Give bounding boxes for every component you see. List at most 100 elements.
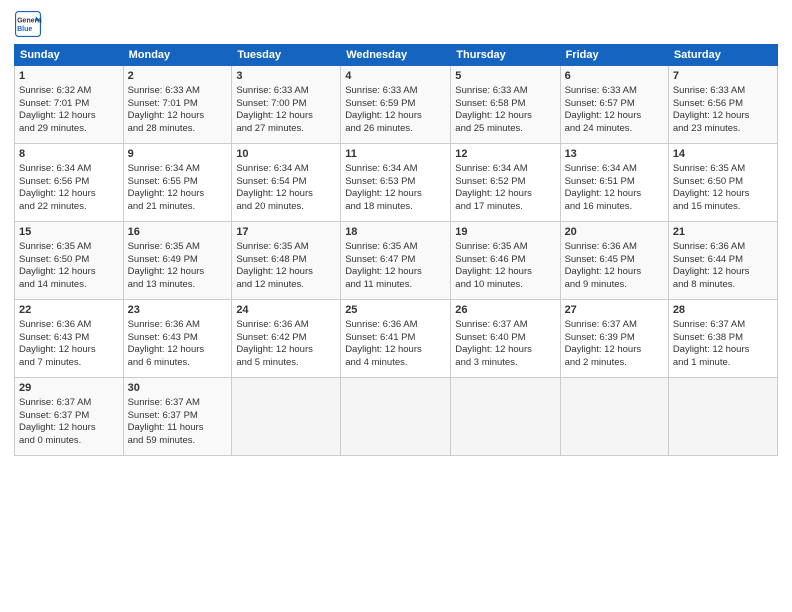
week-row-2: 8Sunrise: 6:34 AMSunset: 6:56 PMDaylight…: [15, 144, 778, 222]
day-detail: and 3 minutes.: [455, 357, 555, 370]
day-number: 29: [19, 381, 119, 396]
calendar-cell: 9Sunrise: 6:34 AMSunset: 6:55 PMDaylight…: [123, 144, 232, 222]
day-detail: and 29 minutes.: [19, 123, 119, 136]
day-detail: Daylight: 12 hours: [455, 188, 555, 201]
calendar-cell: 7Sunrise: 6:33 AMSunset: 6:56 PMDaylight…: [668, 66, 777, 144]
day-number: 8: [19, 147, 119, 162]
day-number: 3: [236, 69, 336, 84]
calendar-cell: 30Sunrise: 6:37 AMSunset: 6:37 PMDayligh…: [123, 378, 232, 456]
day-detail: Sunrise: 6:35 AM: [19, 241, 119, 254]
day-detail: Sunset: 6:37 PM: [19, 410, 119, 423]
day-detail: Sunset: 7:01 PM: [128, 98, 228, 111]
day-detail: Daylight: 12 hours: [128, 110, 228, 123]
week-row-4: 22Sunrise: 6:36 AMSunset: 6:43 PMDayligh…: [15, 300, 778, 378]
day-detail: Sunrise: 6:36 AM: [345, 319, 446, 332]
day-detail: Daylight: 12 hours: [19, 188, 119, 201]
day-detail: Sunset: 6:47 PM: [345, 254, 446, 267]
day-detail: Daylight: 11 hours: [128, 422, 228, 435]
day-detail: Sunrise: 6:37 AM: [19, 397, 119, 410]
day-detail: Daylight: 12 hours: [565, 110, 664, 123]
calendar-cell: 2Sunrise: 6:33 AMSunset: 7:01 PMDaylight…: [123, 66, 232, 144]
day-detail: and 17 minutes.: [455, 201, 555, 214]
day-number: 17: [236, 225, 336, 240]
day-number: 7: [673, 69, 773, 84]
day-detail: Sunrise: 6:34 AM: [345, 163, 446, 176]
day-detail: Daylight: 12 hours: [345, 188, 446, 201]
day-detail: Sunrise: 6:36 AM: [236, 319, 336, 332]
day-detail: Daylight: 12 hours: [236, 110, 336, 123]
day-number: 12: [455, 147, 555, 162]
calendar-cell: 22Sunrise: 6:36 AMSunset: 6:43 PMDayligh…: [15, 300, 124, 378]
day-detail: Sunset: 6:54 PM: [236, 176, 336, 189]
day-detail: and 7 minutes.: [19, 357, 119, 370]
day-number: 10: [236, 147, 336, 162]
week-row-1: 1Sunrise: 6:32 AMSunset: 7:01 PMDaylight…: [15, 66, 778, 144]
calendar-cell: 19Sunrise: 6:35 AMSunset: 6:46 PMDayligh…: [451, 222, 560, 300]
header-cell-wednesday: Wednesday: [341, 45, 451, 66]
day-detail: Daylight: 12 hours: [673, 110, 773, 123]
calendar-cell: 28Sunrise: 6:37 AMSunset: 6:38 PMDayligh…: [668, 300, 777, 378]
calendar-body: 1Sunrise: 6:32 AMSunset: 7:01 PMDaylight…: [15, 66, 778, 456]
day-detail: Sunrise: 6:33 AM: [236, 85, 336, 98]
calendar-cell: 12Sunrise: 6:34 AMSunset: 6:52 PMDayligh…: [451, 144, 560, 222]
day-detail: and 20 minutes.: [236, 201, 336, 214]
day-detail: Sunrise: 6:37 AM: [565, 319, 664, 332]
day-detail: Sunset: 6:57 PM: [565, 98, 664, 111]
page: General Blue SundayMondayTuesdayWednesda…: [0, 0, 792, 612]
day-detail: and 5 minutes.: [236, 357, 336, 370]
calendar-cell: [668, 378, 777, 456]
day-number: 24: [236, 303, 336, 318]
day-detail: and 12 minutes.: [236, 279, 336, 292]
day-detail: and 13 minutes.: [128, 279, 228, 292]
day-detail: Daylight: 12 hours: [455, 110, 555, 123]
day-detail: Daylight: 12 hours: [236, 188, 336, 201]
calendar-cell: 26Sunrise: 6:37 AMSunset: 6:40 PMDayligh…: [451, 300, 560, 378]
day-detail: Daylight: 12 hours: [455, 266, 555, 279]
day-detail: Sunset: 6:58 PM: [455, 98, 555, 111]
day-detail: Sunrise: 6:34 AM: [565, 163, 664, 176]
day-number: 2: [128, 69, 228, 84]
week-row-5: 29Sunrise: 6:37 AMSunset: 6:37 PM Dayligh…: [15, 378, 778, 456]
day-detail: Daylight: 12 hours: [128, 344, 228, 357]
calendar-cell: 4Sunrise: 6:33 AMSunset: 6:59 PMDaylight…: [341, 66, 451, 144]
day-number: 26: [455, 303, 555, 318]
calendar-cell: [341, 378, 451, 456]
day-number: 21: [673, 225, 773, 240]
day-detail: Sunset: 6:55 PM: [128, 176, 228, 189]
day-detail: Daylight: 12 hours: [345, 110, 446, 123]
header: General Blue: [14, 10, 778, 38]
calendar-cell: 11Sunrise: 6:34 AMSunset: 6:53 PMDayligh…: [341, 144, 451, 222]
day-detail: Sunset: 6:40 PM: [455, 332, 555, 345]
day-detail: and 14 minutes.: [19, 279, 119, 292]
day-detail: Sunrise: 6:37 AM: [673, 319, 773, 332]
logo-icon: General Blue: [14, 10, 42, 38]
day-detail: Sunset: 6:59 PM: [345, 98, 446, 111]
day-detail: Sunrise: 6:36 AM: [128, 319, 228, 332]
calendar-cell: 14Sunrise: 6:35 AMSunset: 6:50 PMDayligh…: [668, 144, 777, 222]
day-detail: Sunset: 6:43 PM: [19, 332, 119, 345]
day-detail: Daylight: 12 hours: [565, 266, 664, 279]
day-detail: Sunset: 7:00 PM: [236, 98, 336, 111]
header-cell-saturday: Saturday: [668, 45, 777, 66]
day-detail: Sunset: 6:56 PM: [19, 176, 119, 189]
day-detail: and 27 minutes.: [236, 123, 336, 136]
day-detail: Sunrise: 6:36 AM: [673, 241, 773, 254]
calendar-cell: 23Sunrise: 6:36 AMSunset: 6:43 PMDayligh…: [123, 300, 232, 378]
day-detail: Sunset: 6:42 PM: [236, 332, 336, 345]
day-detail: and 10 minutes.: [455, 279, 555, 292]
day-detail: Sunset: 6:45 PM: [565, 254, 664, 267]
day-detail: Sunrise: 6:33 AM: [455, 85, 555, 98]
day-detail: Sunset: 7:01 PM: [19, 98, 119, 111]
day-detail: and 0 minutes.: [19, 435, 119, 448]
logo: General Blue: [14, 10, 42, 38]
day-number: 18: [345, 225, 446, 240]
day-detail: and 59 minutes.: [128, 435, 228, 448]
day-detail: Sunset: 6:48 PM: [236, 254, 336, 267]
day-detail: Sunrise: 6:36 AM: [19, 319, 119, 332]
calendar-cell: 17Sunrise: 6:35 AMSunset: 6:48 PMDayligh…: [232, 222, 341, 300]
day-detail: Sunset: 6:43 PM: [128, 332, 228, 345]
header-cell-thursday: Thursday: [451, 45, 560, 66]
calendar-cell: 3Sunrise: 6:33 AMSunset: 7:00 PMDaylight…: [232, 66, 341, 144]
calendar-cell: 29Sunrise: 6:37 AMSunset: 6:37 PMDayligh…: [15, 378, 124, 456]
day-detail: Sunrise: 6:34 AM: [19, 163, 119, 176]
